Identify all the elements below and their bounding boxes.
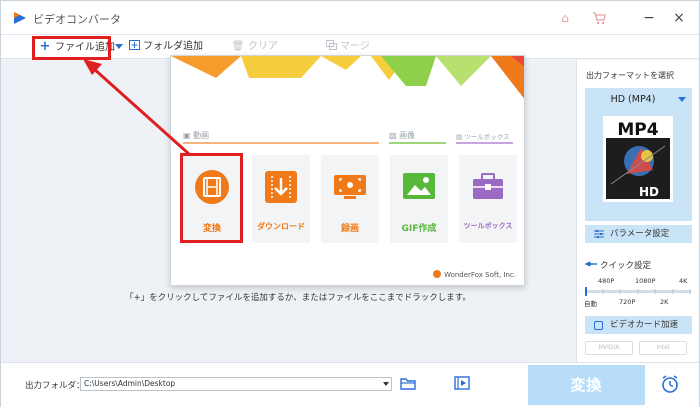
output-folder-field[interactable]: C:\Users\Admin\Desktop [80,377,392,391]
output-folder-path: C:\Users\Admin\Desktop [84,379,176,388]
card-download[interactable]: ダウンロード [252,155,310,243]
merge-icon [326,40,337,50]
section-video: ▣ 動画 [183,130,209,141]
add-file-dropdown-icon[interactable] [115,44,123,50]
format-selector[interactable]: HD (MP4) MP4 HD [585,88,692,221]
sliders-icon [594,230,604,238]
preview-video-icon[interactable] [454,376,470,390]
output-folder-dropdown-icon[interactable] [383,382,389,386]
output-folder-label: 出力フォルダ： [25,381,85,391]
slider-label-auto: 自動 [584,300,597,308]
format-name: HD (MP4) [610,94,656,105]
wonderfox-logo-icon [433,270,442,278]
section-video-line [183,142,379,144]
title-bar: ビデオコンバータ ⌂ − × [1,1,699,35]
cart-icon[interactable] [591,10,607,26]
clear-label: クリア [248,41,278,52]
slider-label-1080p: 1080P [635,277,656,285]
app-logo-icon [14,12,26,24]
app-window: ビデオコンバータ ⌂ − × + ファイル追加 フォルダ追加 🗑 クリア マージ 「… [0,0,700,407]
section-image-line [389,142,446,144]
card-gif[interactable]: GIF作成 [390,155,448,243]
mp4-format-icon: MP4 HD [603,116,673,202]
card-toolbox-label: ツールボックス [463,222,513,230]
quick-slider-icon [585,261,597,267]
parameter-settings-label: パラメータ設定 [610,229,670,239]
quick-settings-label: クイック設定 [585,259,651,271]
output-format-panel: 出力フォーマットを選択 HD (MP4) MP4 HD パラメータ設定 クイック… [576,60,699,362]
add-folder-button[interactable]: フォルダ追加 [129,38,203,56]
minimize-button[interactable]: − [639,8,659,28]
image-section-icon: ▧ [389,131,397,140]
format-dropdown-icon [678,97,686,102]
slider-label-4k: 4K [679,277,688,285]
toolbox-icon [473,173,503,199]
brand-text: WonderFox Soft, Inc. [444,271,516,279]
add-file-highlight [32,36,111,60]
section-image-label: 画像 [399,131,416,140]
nvidia-logo: NVIDIA [585,341,633,355]
open-folder-icon[interactable] [400,376,416,390]
video-section-icon: ▣ [183,131,191,140]
trash-icon: 🗑 [231,41,245,52]
output-format-title: 出力フォーマットを選択 [586,71,674,80]
mp4-icon-label: MP4 [617,120,658,140]
gpu-acceleration-button[interactable]: ビデオカード加速 [585,316,692,334]
convert-button[interactable]: 変換 [528,365,645,405]
parameter-settings-button[interactable]: パラメータ設定 [585,225,692,243]
close-button[interactable]: × [669,8,689,28]
slider-label-720p: 720P [619,298,636,306]
section-video-label: 動画 [193,131,210,140]
alarm-clock-icon[interactable] [660,374,680,394]
window-title: ビデオコンバータ [33,13,121,26]
merge-button[interactable]: マージ [326,38,370,56]
quick-settings-text: クイック設定 [600,261,652,271]
slider-label-480p: 480P [598,277,615,285]
merge-label: マージ [340,41,370,52]
download-icon [265,171,297,203]
bottom-bar: 出力フォルダ： C:\Users\Admin\Desktop 変換 [1,362,699,407]
folder-add-icon [129,40,140,50]
gif-image-icon [403,173,435,199]
section-toolbox-line [456,142,513,144]
card-record-label: 録画 [340,224,359,234]
add-folder-label: フォルダ追加 [143,41,203,52]
gpu-chip-icon [594,321,603,330]
gpu-acceleration-label: ビデオカード加速 [610,320,679,330]
intel-logo: Intel [639,341,687,355]
slider-label-2k: 2K [660,298,669,306]
card-toolbox[interactable]: ツールボックス [459,155,517,243]
card-gif-label: GIF作成 [401,224,437,234]
brand-footer: WonderFox Soft, Inc. [433,270,516,279]
section-image: ▧ 画像 [389,130,415,141]
hd-icon-label: HD [639,185,659,199]
section-toolbox: ▤ ツールボックス [456,131,510,141]
screen-record-icon [334,175,366,199]
clear-button[interactable]: 🗑 クリア [231,38,278,56]
toolbox-section-icon: ▤ [456,133,463,141]
drop-hint-text: 「+」をクリックしてファイルを追加するか、またはファイルをここまでドラックします… [125,293,471,303]
card-download-label: ダウンロード [257,222,305,231]
card-record[interactable]: 録画 [321,155,379,243]
section-toolbox-label: ツールボックス [464,133,510,141]
key-icon[interactable]: ⌂ [557,10,573,26]
convert-card-highlight [180,153,243,243]
gpu-brand-logos: NVIDIA Intel [585,341,692,355]
quality-slider-ticks [585,287,691,296]
